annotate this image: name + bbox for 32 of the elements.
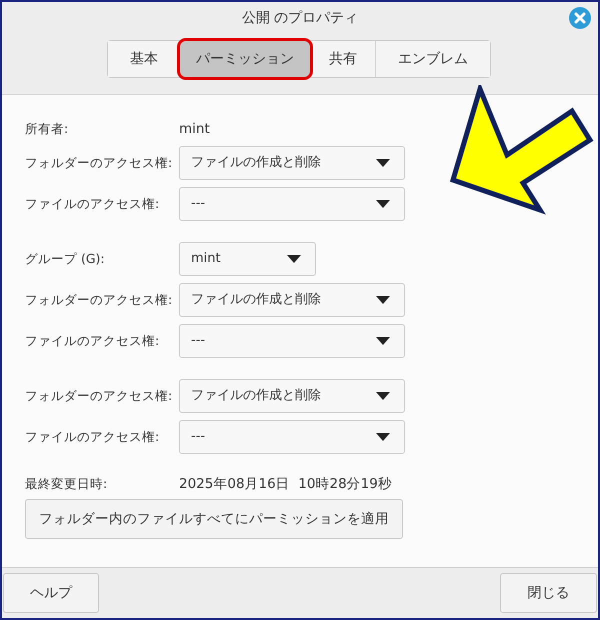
field-label: グループ (G): — [25, 250, 106, 268]
caret-icon — [376, 433, 390, 441]
caret-icon — [376, 337, 390, 345]
field-label: ファイルのアクセス権: — [25, 428, 160, 446]
caret-icon — [376, 159, 390, 167]
field-value: mint — [179, 120, 210, 139]
field-label: ファイルのアクセス権: — [25, 332, 160, 350]
field-label: フォルダーのアクセス権: — [25, 290, 174, 309]
caret-icon — [376, 200, 390, 208]
window-title: 公開 のプロパティ — [242, 8, 358, 28]
dropdown[interactable]: --- — [179, 324, 405, 358]
apply-permissions-button[interactable]: フォルダー内のファイルすべてにパーミッションを適用 — [25, 499, 403, 539]
dropdown[interactable]: ファイルの作成と削除 — [179, 283, 405, 317]
field-label: フォルダーのアクセス権: — [25, 154, 174, 172]
tab[interactable]: エンブレム — [375, 41, 490, 77]
close-button[interactable]: 閉じる — [500, 573, 597, 613]
tab[interactable]: パーミッション — [180, 41, 310, 77]
dropdown[interactable]: --- — [179, 187, 405, 221]
dropdown[interactable]: ファイルの作成と削除 — [179, 379, 405, 413]
field-value: 2025年08月16日 10時28分19秒 — [179, 475, 392, 494]
field-label: ファイルのアクセス権: — [25, 194, 160, 213]
close-icon[interactable] — [569, 7, 591, 29]
field-label: 所有者: — [25, 120, 70, 138]
dropdown[interactable]: ファイルの作成と削除 — [179, 146, 405, 180]
dropdown[interactable]: --- — [179, 420, 405, 454]
field-label: フォルダーのアクセス権: — [25, 386, 174, 405]
caret-icon — [376, 392, 390, 400]
caret-icon — [287, 255, 301, 263]
dropdown[interactable]: mint — [179, 242, 316, 276]
help-button[interactable]: ヘルプ — [3, 573, 99, 613]
field-label: 最終変更日時: — [25, 474, 108, 493]
caret-icon — [376, 296, 390, 304]
